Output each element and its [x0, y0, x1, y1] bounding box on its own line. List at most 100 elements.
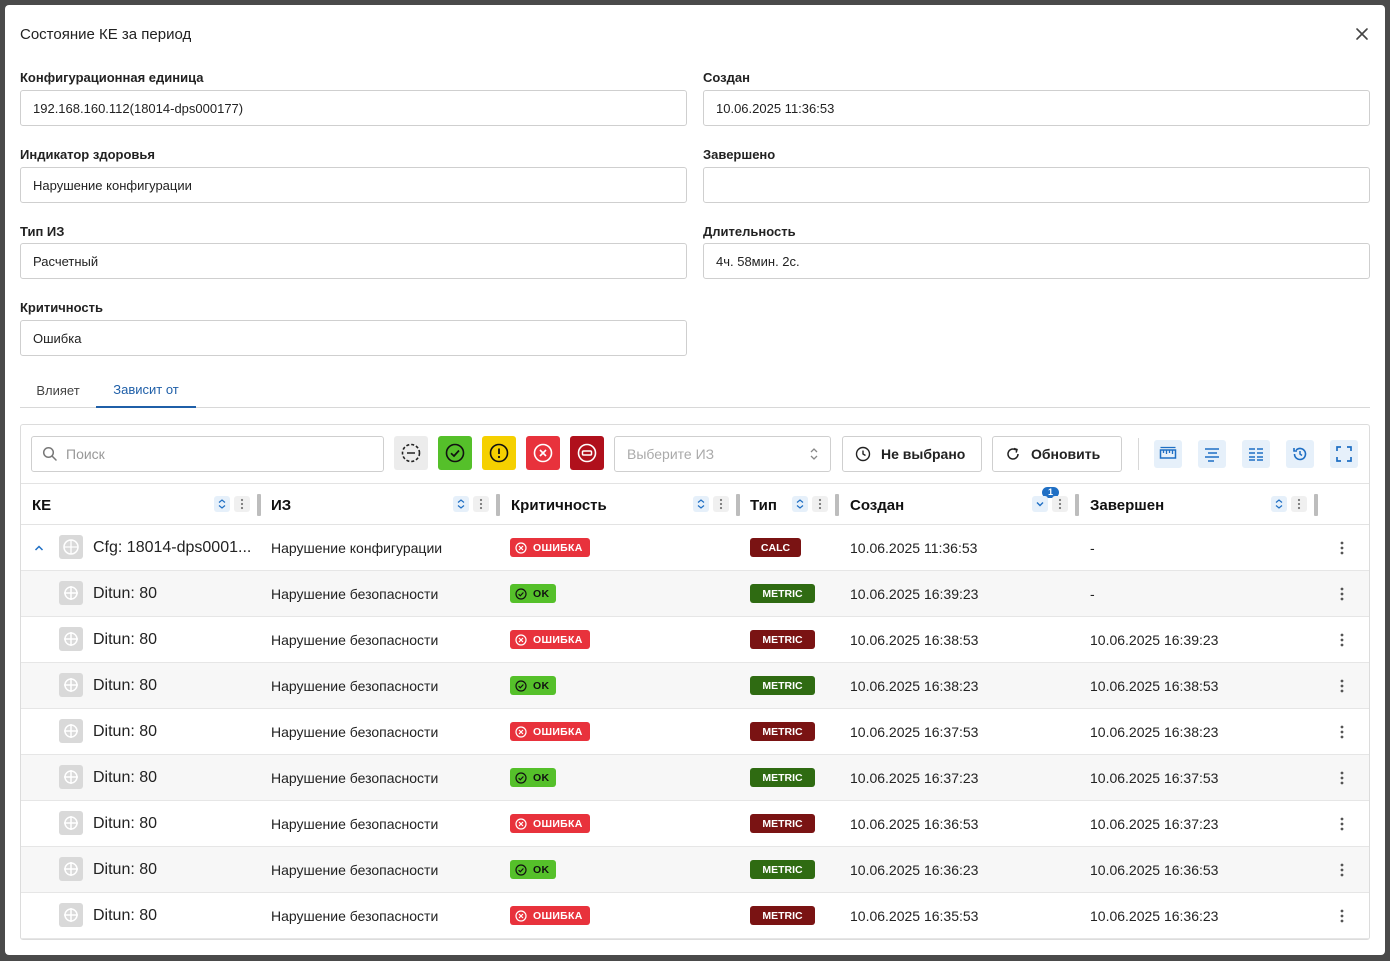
reset-button[interactable] [1286, 440, 1314, 468]
sort-icon[interactable] [453, 496, 469, 512]
column-header-criticality[interactable]: Критичность [511, 484, 607, 526]
column-resizer[interactable] [1075, 494, 1079, 516]
status-badge-label: ОШИБКА [533, 541, 583, 554]
column-resizer[interactable] [257, 494, 261, 516]
search-input[interactable]: Поиск [31, 436, 384, 472]
criticality-field[interactable]: Ошибка [20, 320, 687, 356]
check-circle-icon [515, 771, 527, 784]
hi-cell: Нарушение безопасности [271, 631, 439, 648]
ke-cell: Ditun: 80 [93, 722, 158, 740]
finished-label: Завершено [703, 147, 776, 162]
status-badge: ОШИБКА [510, 722, 590, 741]
fullscreen-button[interactable] [1330, 440, 1358, 468]
table-header: КЕ ИЗ Критичность Тип Создан 1 Завершен [21, 483, 1369, 526]
sort-icon[interactable] [792, 496, 808, 512]
status-badge: OK [510, 860, 557, 879]
row-menu-icon[interactable] [1339, 723, 1345, 741]
created-cell: 10.06.2025 16:39:23 [850, 585, 979, 602]
ci-field[interactable]: 192.168.160.112(18014-dps000177) [20, 90, 687, 126]
sort-descending-icon[interactable] [1032, 496, 1048, 512]
column-resizer[interactable] [736, 494, 740, 516]
filter-error-button[interactable] [526, 436, 560, 470]
columns-button[interactable] [1242, 440, 1270, 468]
row-menu-icon[interactable] [1339, 861, 1345, 879]
row-menu-icon[interactable] [1339, 677, 1345, 695]
health-indicator-select[interactable]: Выберите ИЗ [614, 436, 831, 472]
ke-cell: Ditun: 80 [93, 768, 158, 786]
dialog: Состояние КЕ за период Конфигурационная … [5, 5, 1385, 955]
status-badge-label: ОШИБКА [533, 909, 583, 922]
x-circle-icon [515, 633, 527, 646]
column-header-created[interactable]: Создан [850, 484, 904, 526]
finished-cell: 10.06.2025 16:37:53 [1090, 769, 1219, 786]
table-row[interactable]: Ditun: 80 Нарушение безопасности OK METRIC 1… [21, 663, 1369, 709]
type-badge: METRIC [750, 722, 815, 741]
sort-icon[interactable] [693, 496, 709, 512]
health-field[interactable]: Нарушение конфигурации [20, 167, 687, 203]
row-menu-icon[interactable] [1339, 907, 1345, 925]
row-menu-icon[interactable] [1339, 769, 1345, 787]
column-resizer[interactable] [1314, 494, 1318, 516]
check-circle-icon [445, 443, 465, 463]
column-menu-icon[interactable] [713, 496, 729, 512]
tab-affects[interactable]: Влияет [20, 373, 96, 408]
created-cell: 10.06.2025 16:38:53 [850, 631, 979, 648]
column-menu-icon[interactable] [812, 496, 828, 512]
check-circle-icon [515, 863, 527, 876]
filter-ok-button[interactable] [438, 436, 472, 470]
status-badge: ОШИБКА [510, 906, 590, 925]
text-align-button[interactable] [1198, 440, 1226, 468]
row-menu-icon[interactable] [1339, 539, 1345, 557]
period-button[interactable]: Не выбрано [842, 436, 982, 472]
ke-cell: Ditun: 80 [93, 906, 158, 924]
status-badge-label: OK [533, 587, 550, 600]
row-menu-icon[interactable] [1339, 585, 1345, 603]
row-height-button[interactable] [1154, 440, 1182, 468]
column-header-type[interactable]: Тип [750, 484, 777, 526]
column-header-ke[interactable]: КЕ [32, 484, 51, 526]
refresh-button[interactable]: Обновить [992, 436, 1122, 472]
column-resizer[interactable] [496, 494, 500, 516]
column-header-hi[interactable]: ИЗ [271, 484, 291, 526]
search-placeholder: Поиск [66, 446, 105, 462]
status-badge-label: ОШИБКА [533, 725, 583, 738]
table-row[interactable]: Ditun: 80 Нарушение безопасности ОШИБКА MET… [21, 709, 1369, 755]
table-row[interactable]: Ditun: 80 Нарушение безопасности ОШИБКА MET… [21, 893, 1369, 939]
row-menu-icon[interactable] [1339, 815, 1345, 833]
grid-toolbar: Поиск Выберите ИЗ Не выбрано Обновить [21, 425, 1369, 483]
tab-depends-on[interactable]: Зависит от [96, 373, 196, 408]
finished-cell: 10.06.2025 16:39:23 [1090, 631, 1219, 648]
duration-field[interactable]: 4ч. 58мин. 2с. [703, 243, 1370, 279]
refresh-label: Обновить [1031, 446, 1101, 462]
sort-icon[interactable] [1271, 496, 1287, 512]
column-header-finished[interactable]: Завершен [1090, 484, 1164, 526]
sort-icon[interactable] [214, 496, 230, 512]
filter-unknown-button[interactable] [394, 436, 428, 470]
table-row[interactable]: Ditun: 80 Нарушение безопасности ОШИБКА MET… [21, 801, 1369, 847]
node-icon [59, 719, 83, 743]
table-row[interactable]: Ditun: 80 Нарушение безопасности OK METRIC 1… [21, 847, 1369, 893]
row-menu-icon[interactable] [1339, 631, 1345, 649]
close-icon[interactable] [1353, 25, 1371, 43]
filter-warning-button[interactable] [482, 436, 516, 470]
type-field[interactable]: Расчетный [20, 243, 687, 279]
duration-label: Длительность [703, 224, 796, 239]
created-cell: 10.06.2025 16:35:53 [850, 907, 979, 924]
column-menu-icon[interactable] [473, 496, 489, 512]
finished-cell: - [1090, 539, 1095, 556]
ke-cell: Ditun: 80 [93, 584, 158, 602]
created-field[interactable]: 10.06.2025 11:36:53 [703, 90, 1370, 126]
collapse-chevron-up-icon[interactable] [33, 525, 45, 570]
dependency-grid: Поиск Выберите ИЗ Не выбрано Обновить КЕ… [20, 424, 1370, 940]
column-resizer[interactable] [835, 494, 839, 516]
table-row[interactable]: Ditun: 80 Нарушение безопасности OK METRIC 1… [21, 755, 1369, 801]
column-menu-icon[interactable] [234, 496, 250, 512]
table-row[interactable]: Ditun: 80 Нарушение безопасности OK METRIC 1… [21, 571, 1369, 617]
filter-blocked-button[interactable] [570, 436, 604, 470]
column-menu-icon[interactable] [1052, 496, 1068, 512]
column-menu-icon[interactable] [1291, 496, 1307, 512]
table-row[interactable]: Ditun: 80 Нарушение безопасности ОШИБКА MET… [21, 617, 1369, 663]
created-label: Создан [703, 70, 750, 85]
finished-field[interactable] [703, 167, 1370, 203]
table-row[interactable]: Cfg: 18014-dps0001... Нарушение конфигура… [21, 525, 1369, 571]
